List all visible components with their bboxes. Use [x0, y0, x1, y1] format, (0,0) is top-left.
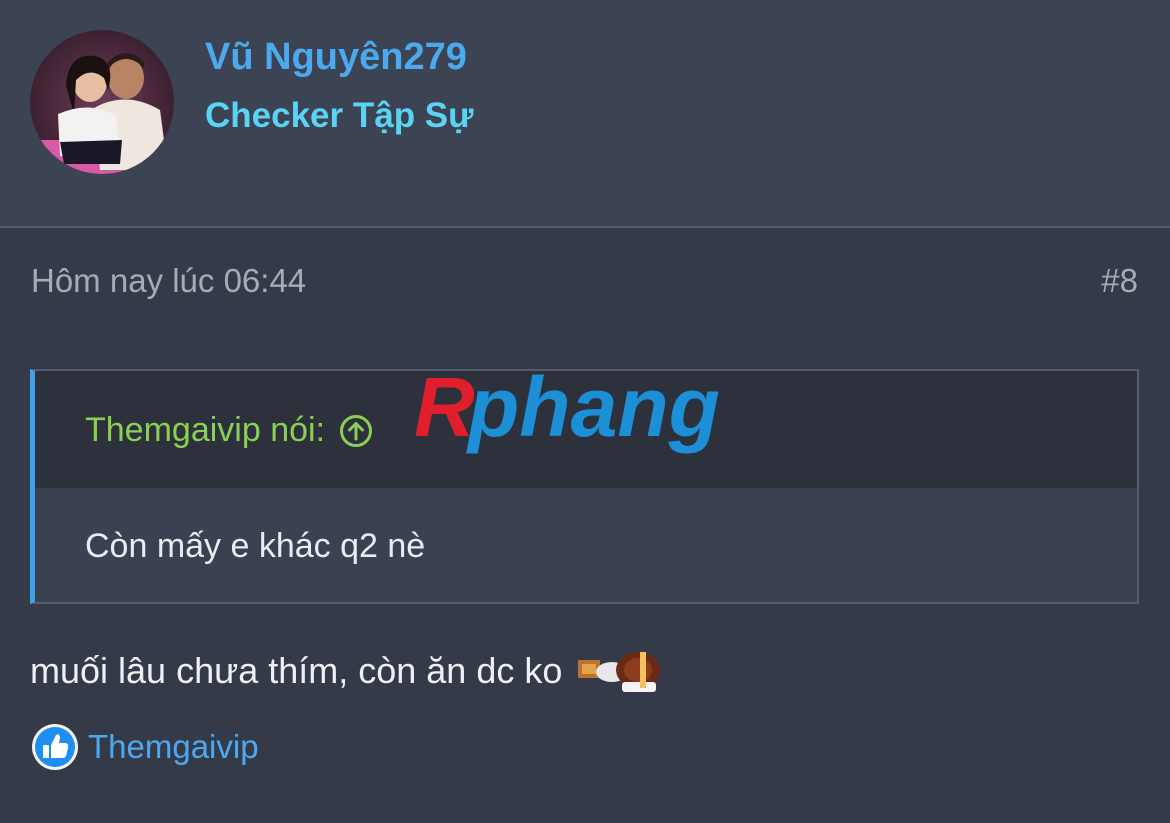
reaction-user-link[interactable]: Themgaivip — [88, 728, 259, 766]
arrow-up-circle-icon[interactable] — [339, 414, 373, 448]
watermark-logo: R phang — [414, 364, 720, 454]
post-timestamp[interactable]: Hôm nay lúc 06:44 — [31, 262, 306, 300]
post-number[interactable]: #8 — [1101, 262, 1138, 300]
emoji-icon — [578, 652, 661, 692]
post-body: Hôm nay lúc 06:44 #8 Themgaivip nói: Còn… — [0, 228, 1170, 823]
svg-text:phang: phang — [466, 364, 720, 454]
svg-text:R: R — [414, 364, 475, 454]
quote-author-label: Themgaivip nói: — [85, 411, 326, 449]
post-header: Vũ Nguyên279 Checker Tập Sự — [0, 0, 1170, 228]
avatar-photo — [30, 30, 174, 174]
quote-text: Còn mấy e khác q2 nè — [85, 527, 426, 565]
author-title: Checker Tập Sự — [205, 96, 474, 135]
quote-author[interactable]: Themgaivip nói: — [85, 411, 373, 450]
post-message: muối lâu chưa thím, còn ăn dc ko — [30, 646, 664, 696]
avatar[interactable] — [30, 30, 174, 174]
reactions-bar[interactable]: Themgaivip — [30, 722, 259, 772]
author-username[interactable]: Vũ Nguyên279 — [205, 36, 467, 79]
thumbs-up-icon[interactable] — [30, 722, 80, 772]
post-message-text: muối lâu chưa thím, còn ăn dc ko — [30, 650, 563, 691]
